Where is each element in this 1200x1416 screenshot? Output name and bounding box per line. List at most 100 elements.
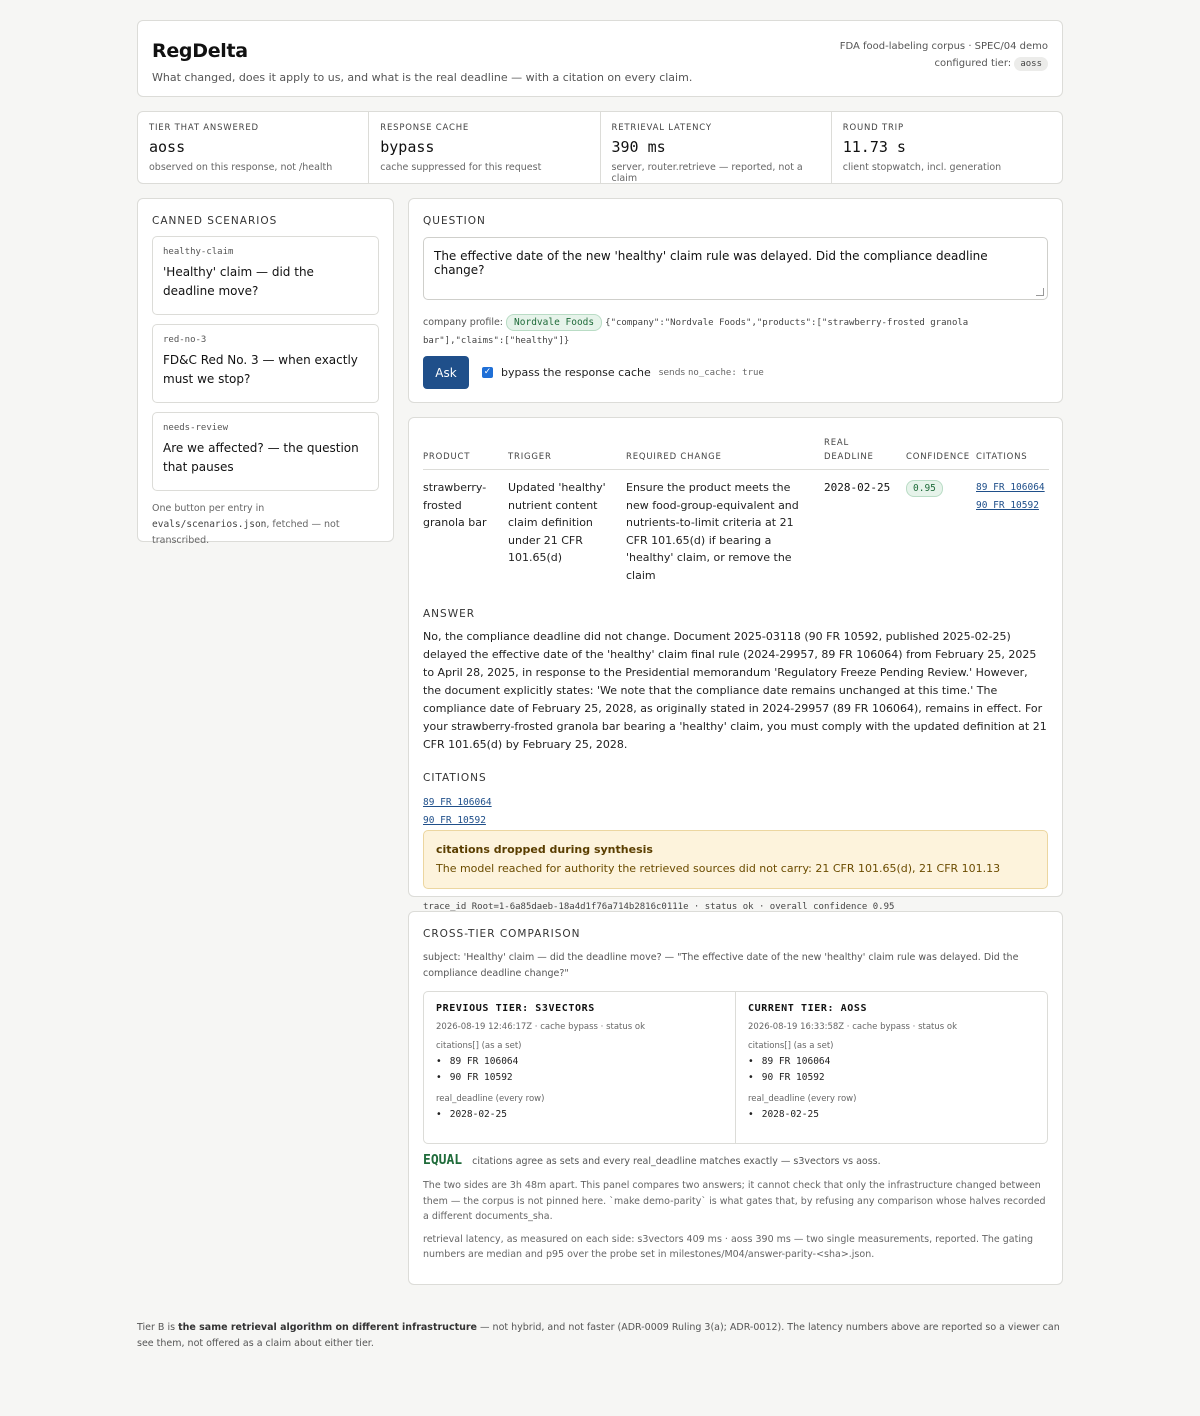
app-tagline: What changed, does it apply to us, and w… [152, 71, 693, 84]
scenario-question: FD&C Red No. 3 — when exactly must we st… [163, 353, 358, 386]
scenario-question: Are we affected? — the question that pau… [163, 441, 359, 474]
citation-link[interactable]: 90 FR 10592 [976, 497, 1049, 515]
citations-list: 89 FR 106064 90 FR 10592 [423, 794, 1048, 830]
scenario-button-needs-review[interactable]: needs-review Are we affected? — the ques… [152, 412, 379, 491]
col-required-change: REQUIRED CHANGE [626, 436, 824, 470]
profile-json: {"company":"Nordvale Foods","products":[… [423, 318, 969, 346]
resize-handle-icon[interactable] [1036, 288, 1044, 296]
question-text: The effective date of the new 'healthy' … [434, 249, 988, 277]
stat-sub: server, router.retrieve — reported, not … [611, 162, 803, 184]
stat-label: TIER THAT ANSWERED [149, 123, 259, 133]
cell-required-change: Ensure the product meets the new food-gr… [626, 481, 799, 582]
configured-tier-badge: aoss [1014, 57, 1048, 71]
list-item: 2028-02-25 [748, 1107, 1035, 1123]
stat-label: ROUND TRIP [842, 123, 904, 133]
latency-note: retrieval latency, as measured on each s… [423, 1233, 1034, 1261]
current-tier: CURRENT TIER: AOSS 2026-08-19 16:33:58Z … [736, 992, 1047, 1143]
stat-label: RESPONSE CACHE [380, 123, 470, 133]
tier-deadline-label: real_deadline (every row) [748, 1094, 857, 1104]
citation-link[interactable]: 89 FR 106064 [423, 794, 1048, 812]
comparison-subject: subject: 'Healthy' claim — did the deadl… [423, 952, 1019, 979]
tier-title: CURRENT TIER: AOSS [748, 1003, 868, 1014]
citation-link[interactable]: 90 FR 10592 [423, 812, 1048, 830]
results-panel: PRODUCT TRIGGER REQUIRED CHANGE REAL DEA… [408, 417, 1063, 912]
table-row: strawberry-frosted granola bar Updated '… [423, 470, 1049, 585]
answer-text: No, the compliance deadline did not chan… [423, 630, 1047, 751]
col-product: PRODUCT [423, 436, 508, 470]
question-panel: QUESTION The effective date of the new '… [408, 198, 1063, 403]
tier-title: PREVIOUS TIER: S3VECTORS [436, 1003, 595, 1014]
stat-round-trip: ROUND TRIP 11.73 s client stopwatch, inc… [832, 112, 1062, 183]
scenario-button-red-no-3[interactable]: red-no-3 FD&C Red No. 3 — when exactly m… [152, 324, 379, 403]
tier-meta: 2026-08-19 12:46:17Z · cache bypass · st… [436, 1022, 646, 1032]
results-table: PRODUCT TRIGGER REQUIRED CHANGE REAL DEA… [423, 436, 1049, 584]
list-item: 89 FR 106064 [748, 1054, 1035, 1070]
stat-value: aoss [149, 138, 186, 156]
tier-comparison: PREVIOUS TIER: S3VECTORS 2026-08-19 12:4… [423, 991, 1048, 1144]
check-icon: ✓ [483, 367, 492, 377]
cell-trigger: Updated 'healthy' nutrient content claim… [508, 481, 606, 564]
scenarios-panel: CANNED SCENARIOS healthy-claim 'Healthy'… [137, 198, 394, 546]
cross-tier-heading: CROSS-TIER COMPARISON [423, 928, 581, 940]
tier-citations: 89 FR 106064 90 FR 10592 [748, 1054, 1035, 1085]
header-meta: FDA food-labeling corpus · SPEC/04 demo … [840, 38, 1048, 72]
stat-value: 390 ms [611, 138, 666, 156]
footer-pre: Tier B is [137, 1322, 179, 1333]
corpus-label: FDA food-labeling corpus · SPEC/04 demo [839, 41, 1048, 52]
question-heading: QUESTION [423, 215, 486, 227]
dropped-citations-warning: citations dropped during synthesis The m… [423, 830, 1048, 889]
list-item: 89 FR 106064 [436, 1054, 723, 1070]
stat-sub: client stopwatch, incl. generation [842, 162, 1002, 173]
col-confidence: CONFIDENCE [906, 436, 976, 470]
question-actions: Ask ✓ bypass the response cache sends no… [423, 356, 1048, 389]
stat-cache: RESPONSE CACHE bypass cache suppressed f… [369, 112, 601, 183]
bypass-cache-checkbox[interactable]: ✓ [482, 367, 493, 378]
scenarios-file: evals/scenarios.json [152, 519, 267, 530]
company-profile: company profile: Nordvale Foods {"compan… [423, 314, 1048, 350]
stats-bar: TIER THAT ANSWERED aoss observed on this… [137, 111, 1063, 184]
configured-tier-label: configured tier: [934, 58, 1012, 69]
comparison-note: The two sides are 3h 48m apart. This pan… [423, 1180, 1046, 1222]
list-item: 90 FR 10592 [436, 1070, 723, 1086]
tier-citations-label: citations[] (as a set) [436, 1041, 522, 1051]
tier-meta: 2026-08-19 16:33:58Z · cache bypass · st… [748, 1022, 958, 1032]
scenario-button-healthy-claim[interactable]: healthy-claim 'Healthy' claim — did the … [152, 236, 379, 315]
company-badge: Nordvale Foods [506, 314, 603, 331]
tier-deadlines: 2028-02-25 [748, 1107, 1035, 1123]
footnote-pre: One button per entry in [152, 503, 265, 514]
cell-product: strawberry-frosted granola bar [423, 481, 487, 529]
footer-bold: the same retrieval algorithm on differen… [178, 1322, 478, 1333]
question-textarea[interactable]: The effective date of the new 'healthy' … [423, 237, 1048, 300]
ask-button[interactable]: Ask [423, 356, 469, 389]
cell-citations: 89 FR 106064 90 FR 10592 [976, 470, 1049, 585]
stat-sub: cache suppressed for this request [380, 162, 542, 173]
answer-heading: ANSWER [423, 608, 476, 620]
stat-tier: TIER THAT ANSWERED aoss observed on this… [138, 112, 370, 183]
tier-deadlines: 2028-02-25 [436, 1107, 723, 1123]
stat-label: RETRIEVAL LATENCY [611, 123, 712, 133]
col-real-deadline: REAL DEADLINE [824, 436, 906, 470]
verdict-badge: EQUAL [423, 1153, 463, 1168]
cell-deadline: 2028-02-25 [824, 481, 891, 494]
col-trigger: TRIGGER [508, 436, 626, 470]
stat-latency: RETRIEVAL LATENCY 390 ms server, router.… [601, 112, 832, 184]
cross-tier-panel: CROSS-TIER COMPARISON subject: 'Healthy'… [408, 911, 1063, 1285]
previous-tier: PREVIOUS TIER: S3VECTORS 2026-08-19 12:4… [424, 992, 736, 1143]
cell-confidence: 0.95 [906, 470, 976, 585]
warning-title: citations dropped during synthesis [436, 843, 653, 856]
bypass-cache-hint: sends no_cache: true [659, 368, 764, 378]
stat-value: 11.73 s [842, 138, 906, 156]
scenario-slug: healthy-claim [163, 247, 234, 257]
bypass-cache-label[interactable]: bypass the response cache [501, 366, 651, 379]
app-header: RegDelta What changed, does it apply to … [137, 20, 1063, 97]
verdict-detail: citations agree as sets and every real_d… [472, 1156, 881, 1167]
table-header-row: PRODUCT TRIGGER REQUIRED CHANGE REAL DEA… [423, 436, 1049, 470]
scenario-slug: needs-review [163, 423, 229, 433]
stat-sub: observed on this response, not /health [149, 162, 333, 173]
confidence-badge: 0.95 [906, 480, 943, 497]
citation-link[interactable]: 89 FR 106064 [976, 479, 1049, 497]
scenario-question: 'Healthy' claim — did the deadline move? [163, 265, 314, 298]
stat-value: bypass [380, 138, 435, 156]
scenario-slug: red-no-3 [163, 335, 207, 345]
citations-heading: CITATIONS [423, 772, 487, 784]
